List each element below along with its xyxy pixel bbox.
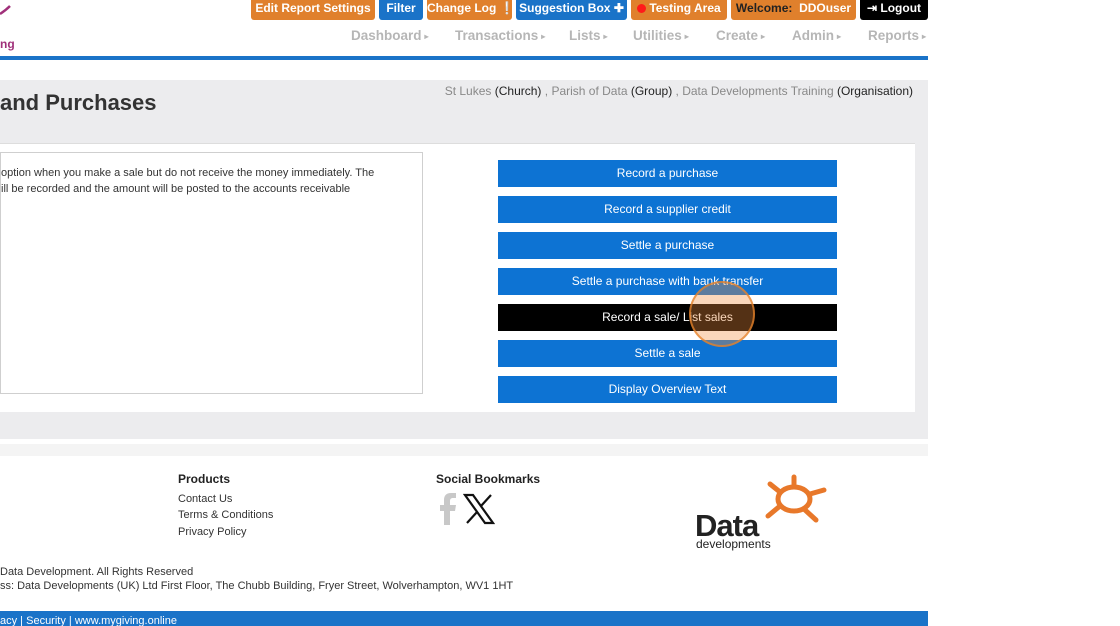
logout-icon: ⇥ bbox=[866, 1, 878, 15]
x-twitter-icon[interactable] bbox=[462, 493, 496, 525]
data-developments-logo-icon bbox=[760, 474, 828, 524]
caret-right-icon: ▸ bbox=[761, 31, 766, 41]
brand-logo-fragment bbox=[0, 0, 12, 20]
logo-subtext: developments bbox=[696, 537, 771, 551]
nav-dashboard[interactable]: Dashboard ▸ bbox=[351, 28, 429, 46]
caret-right-icon: ▸ bbox=[922, 31, 927, 41]
breadcrumb-parish[interactable]: Parish of Data bbox=[551, 84, 627, 98]
description-line: option when you make a sale but do not r… bbox=[1, 167, 375, 179]
breadcrumb: St Lukes (Church) , Parish of Data (Grou… bbox=[444, 84, 913, 98]
settle-purchase-bank-transfer-button[interactable]: Settle a purchase with bank transfer bbox=[498, 268, 837, 295]
edit-report-settings-button[interactable]: Edit Report Settings bbox=[251, 0, 375, 20]
logout-button[interactable]: ⇥ Logout bbox=[860, 0, 928, 20]
bottom-link-security[interactable]: Security bbox=[26, 615, 66, 626]
exclamation-icon: ❕ bbox=[499, 1, 515, 15]
caret-right-icon: ▸ bbox=[837, 31, 842, 41]
welcome-badge[interactable]: Welcome: DDOuser bbox=[731, 0, 856, 20]
facebook-icon[interactable] bbox=[437, 493, 457, 525]
nav-utilities[interactable]: Utilities ▸ bbox=[633, 28, 689, 46]
record-supplier-credit-button[interactable]: Record a supplier credit bbox=[498, 196, 837, 223]
caret-right-icon: ▸ bbox=[541, 31, 546, 41]
products-heading: Products bbox=[178, 472, 231, 486]
caret-right-icon: ▸ bbox=[603, 31, 608, 41]
bottom-link-privacy[interactable]: acy bbox=[0, 615, 17, 626]
caret-right-icon: ▸ bbox=[684, 31, 689, 41]
nav-lists[interactable]: Lists ▸ bbox=[569, 28, 608, 46]
nav-reports[interactable]: Reports ▸ bbox=[868, 28, 926, 46]
suggestion-box-button[interactable]: Suggestion Box ✚ bbox=[516, 0, 627, 20]
caret-right-icon: ▸ bbox=[424, 31, 429, 41]
brand-text-fragment: ng bbox=[0, 37, 15, 51]
click-indicator bbox=[689, 281, 755, 347]
bottom-link-mygiving[interactable]: www.mygiving.online bbox=[75, 615, 177, 626]
footer-separator bbox=[0, 444, 928, 456]
record-sale-list-sales-button[interactable]: Record a sale/ List sales bbox=[498, 304, 837, 331]
red-dot-icon bbox=[637, 4, 647, 13]
display-overview-text-button[interactable]: Display Overview Text bbox=[498, 376, 837, 403]
breadcrumb-org[interactable]: Data Developments Training bbox=[682, 84, 833, 98]
settle-sale-button[interactable]: Settle a sale bbox=[498, 340, 837, 367]
change-log-button[interactable]: Change Log ❕ bbox=[427, 0, 515, 20]
header-divider bbox=[0, 56, 928, 60]
copyright-text: Data Development. All Rights Reserved bbox=[0, 566, 194, 578]
bottom-bar: acy | Security | www.mygiving.online bbox=[0, 611, 928, 626]
footer-link-terms[interactable]: Terms & Conditions bbox=[178, 509, 273, 521]
filter-button[interactable]: Filter bbox=[379, 0, 423, 20]
page-title: and Purchases bbox=[0, 90, 157, 115]
nav-create[interactable]: Create ▸ bbox=[716, 28, 765, 46]
nav-transactions[interactable]: Transactions ▸ bbox=[455, 28, 545, 46]
testing-area-button[interactable]: Testing Area bbox=[631, 0, 727, 20]
breadcrumb-church[interactable]: St Lukes bbox=[445, 84, 492, 98]
plus-icon: ✚ bbox=[613, 1, 624, 15]
description-line: ill be recorded and the amount will be p… bbox=[1, 183, 351, 195]
social-heading: Social Bookmarks bbox=[436, 472, 541, 486]
address-text: ss: Data Developments (UK) Ltd First Flo… bbox=[0, 580, 514, 592]
footer-link-privacy[interactable]: Privacy Policy bbox=[178, 526, 246, 538]
nav-admin[interactable]: Admin ▸ bbox=[792, 28, 841, 46]
settle-purchase-button[interactable]: Settle a purchase bbox=[498, 232, 837, 259]
footer-link-contact[interactable]: Contact Us bbox=[178, 493, 232, 505]
record-purchase-button[interactable]: Record a purchase bbox=[498, 160, 837, 187]
description-box: option when you make a sale but do not r… bbox=[0, 152, 423, 394]
